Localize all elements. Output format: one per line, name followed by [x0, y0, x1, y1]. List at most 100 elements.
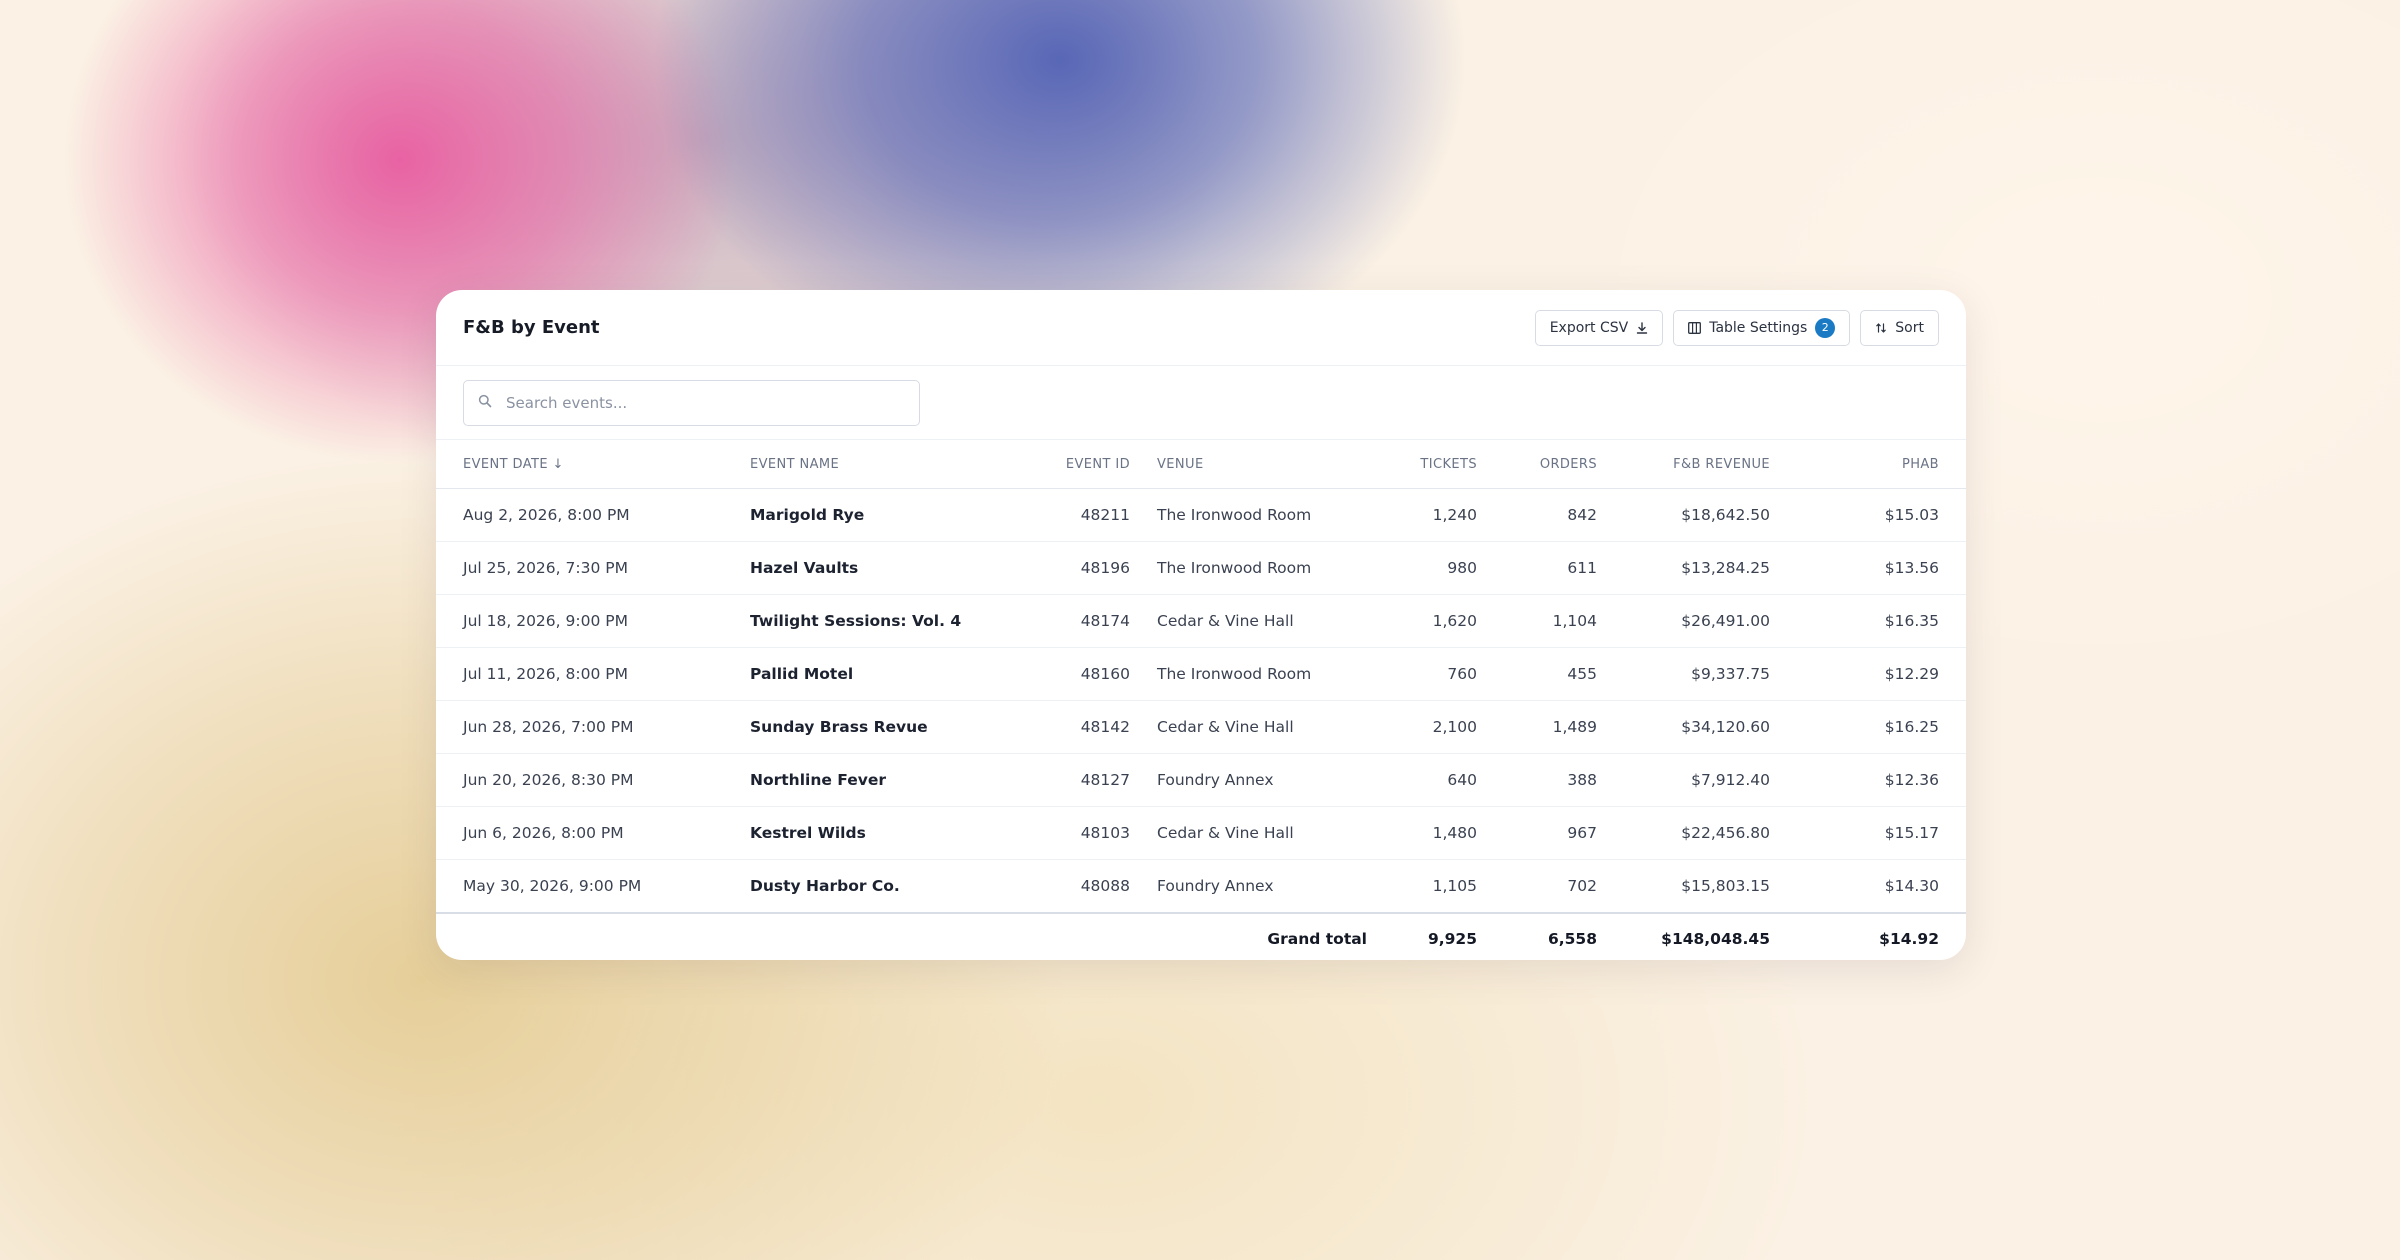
- column-header-tickets[interactable]: TICKETS: [1367, 440, 1477, 489]
- event-date-cell: Aug 2, 2026, 8:00 PM: [436, 488, 723, 542]
- column-header-event-name[interactable]: EVENT NAME: [723, 440, 1030, 489]
- table-row[interactable]: Jul 11, 2026, 8:00 PM Pallid Motel 48160…: [436, 647, 1966, 701]
- phab-cell: $14.30: [1770, 859, 1966, 914]
- venue-cell: The Ironwood Room: [1130, 647, 1367, 701]
- search-input[interactable]: [504, 392, 888, 413]
- fb-revenue-cell: $22,456.80: [1597, 806, 1770, 860]
- table-row[interactable]: Jun 6, 2026, 8:00 PM Kestrel Wilds 48103…: [436, 806, 1966, 860]
- tickets-cell: 980: [1367, 541, 1477, 595]
- fb-revenue-cell: $9,337.75: [1597, 647, 1770, 701]
- phab-cell: $13.56: [1770, 541, 1966, 595]
- orders-cell: 611: [1477, 541, 1597, 595]
- orders-cell: 967: [1477, 806, 1597, 860]
- venue-cell: Cedar & Vine Hall: [1130, 700, 1367, 754]
- total-spacer-cell: [1030, 912, 1130, 960]
- columns-icon: [1688, 321, 1702, 334]
- card-title: F&B by Event: [463, 317, 600, 338]
- event-name-cell: Kestrel Wilds: [723, 806, 1030, 860]
- fb-revenue-cell: $34,120.60: [1597, 700, 1770, 754]
- tickets-cell: 1,105: [1367, 859, 1477, 914]
- search-icon: [478, 393, 492, 412]
- event-id-cell: 48088: [1030, 859, 1130, 914]
- tickets-cell: 2,100: [1367, 700, 1477, 754]
- event-name-cell: Dusty Harbor Co.: [723, 859, 1030, 914]
- table-row[interactable]: May 30, 2026, 9:00 PM Dusty Harbor Co. 4…: [436, 859, 1966, 914]
- venue-cell: Foundry Annex: [1130, 753, 1367, 807]
- tickets-cell: 640: [1367, 753, 1477, 807]
- fb-revenue-cell: $15,803.15: [1597, 859, 1770, 914]
- search-box[interactable]: [463, 379, 920, 426]
- event-id-cell: 48127: [1030, 753, 1130, 807]
- orders-cell: 1,104: [1477, 594, 1597, 648]
- table-row[interactable]: Aug 2, 2026, 8:00 PM Marigold Rye 48211 …: [436, 488, 1966, 542]
- tickets-cell: 1,620: [1367, 594, 1477, 648]
- column-header-venue[interactable]: VENUE: [1130, 440, 1367, 489]
- event-name-cell: Northline Fever: [723, 753, 1030, 807]
- venue-cell: Cedar & Vine Hall: [1130, 806, 1367, 860]
- table-row[interactable]: Jun 20, 2026, 8:30 PM Northline Fever 48…: [436, 753, 1966, 807]
- event-id-cell: 48196: [1030, 541, 1130, 595]
- grand-total-row: Grand total 9,925 6,558 $148,048.45 $14.…: [436, 912, 1966, 960]
- tickets-cell: 1,240: [1367, 488, 1477, 542]
- table-settings-count-badge: 2: [1815, 317, 1836, 338]
- total-spacer-cell: [436, 912, 723, 960]
- orders-cell: 455: [1477, 647, 1597, 701]
- venue-cell: Cedar & Vine Hall: [1130, 594, 1367, 648]
- orders-cell: 702: [1477, 859, 1597, 914]
- download-icon: [1636, 321, 1648, 334]
- column-header-fb-revenue[interactable]: F&B REVENUE: [1597, 440, 1770, 489]
- sort-button[interactable]: Sort: [1860, 309, 1939, 346]
- column-header-event-date[interactable]: EVENT DATE ↓: [436, 440, 723, 489]
- fb-revenue-cell: $18,642.50: [1597, 488, 1770, 542]
- event-date-cell: May 30, 2026, 9:00 PM: [436, 859, 723, 914]
- table-row[interactable]: Jul 25, 2026, 7:30 PM Hazel Vaults 48196…: [436, 541, 1966, 595]
- export-csv-button[interactable]: Export CSV: [1534, 309, 1664, 346]
- total-orders-cell: 6,558: [1477, 912, 1597, 960]
- phab-cell: $16.25: [1770, 700, 1966, 754]
- venue-cell: Foundry Annex: [1130, 859, 1367, 914]
- orders-cell: 842: [1477, 488, 1597, 542]
- grand-total-label: Grand total: [1130, 912, 1367, 960]
- fb-revenue-cell: $7,912.40: [1597, 753, 1770, 807]
- event-date-cell: Jul 18, 2026, 9:00 PM: [436, 594, 723, 648]
- event-id-cell: 48160: [1030, 647, 1130, 701]
- column-header-phab[interactable]: PHAB: [1770, 440, 1966, 489]
- event-date-cell: Jul 25, 2026, 7:30 PM: [436, 541, 723, 595]
- event-name-cell: Sunday Brass Revue: [723, 700, 1030, 754]
- total-fb-revenue-cell: $148,048.45: [1597, 912, 1770, 960]
- event-date-cell: Jun 20, 2026, 8:30 PM: [436, 753, 723, 807]
- event-date-cell: Jun 6, 2026, 8:00 PM: [436, 806, 723, 860]
- tickets-cell: 760: [1367, 647, 1477, 701]
- table-row[interactable]: Jul 18, 2026, 9:00 PM Twilight Sessions:…: [436, 594, 1966, 648]
- fb-by-event-card: F&B by Event Export CSV Table Settings 2: [436, 290, 1966, 960]
- table-settings-button[interactable]: Table Settings 2: [1673, 309, 1851, 346]
- total-phab-cell: $14.92: [1770, 912, 1966, 960]
- total-spacer-cell: [723, 912, 1030, 960]
- sort-icon: [1875, 322, 1887, 334]
- orders-cell: 388: [1477, 753, 1597, 807]
- event-date-cell: Jul 11, 2026, 8:00 PM: [436, 647, 723, 701]
- event-id-cell: 48142: [1030, 700, 1130, 754]
- event-name-cell: Hazel Vaults: [723, 541, 1030, 595]
- event-id-cell: 48211: [1030, 488, 1130, 542]
- card-header: F&B by Event Export CSV Table Settings 2: [436, 290, 1966, 366]
- fb-revenue-cell: $13,284.25: [1597, 541, 1770, 595]
- event-id-cell: 48174: [1030, 594, 1130, 648]
- venue-cell: The Ironwood Room: [1130, 488, 1367, 542]
- column-header-orders[interactable]: ORDERS: [1477, 440, 1597, 489]
- column-header-event-id[interactable]: EVENT ID: [1030, 440, 1130, 489]
- events-table: EVENT DATE ↓ EVENT NAME EVENT ID VENUE T…: [436, 440, 1966, 960]
- event-id-cell: 48103: [1030, 806, 1130, 860]
- venue-cell: The Ironwood Room: [1130, 541, 1367, 595]
- phab-cell: $12.29: [1770, 647, 1966, 701]
- phab-cell: $12.36: [1770, 753, 1966, 807]
- header-actions: Export CSV Table Settings 2 Sort: [1534, 309, 1939, 346]
- sort-label: Sort: [1895, 319, 1924, 336]
- event-name-cell: Pallid Motel: [723, 647, 1030, 701]
- export-csv-label: Export CSV: [1549, 319, 1629, 336]
- phab-cell: $15.17: [1770, 806, 1966, 860]
- phab-cell: $15.03: [1770, 488, 1966, 542]
- table-row[interactable]: Jun 28, 2026, 7:00 PM Sunday Brass Revue…: [436, 700, 1966, 754]
- total-tickets-cell: 9,925: [1367, 912, 1477, 960]
- event-name-cell: Marigold Rye: [723, 488, 1030, 542]
